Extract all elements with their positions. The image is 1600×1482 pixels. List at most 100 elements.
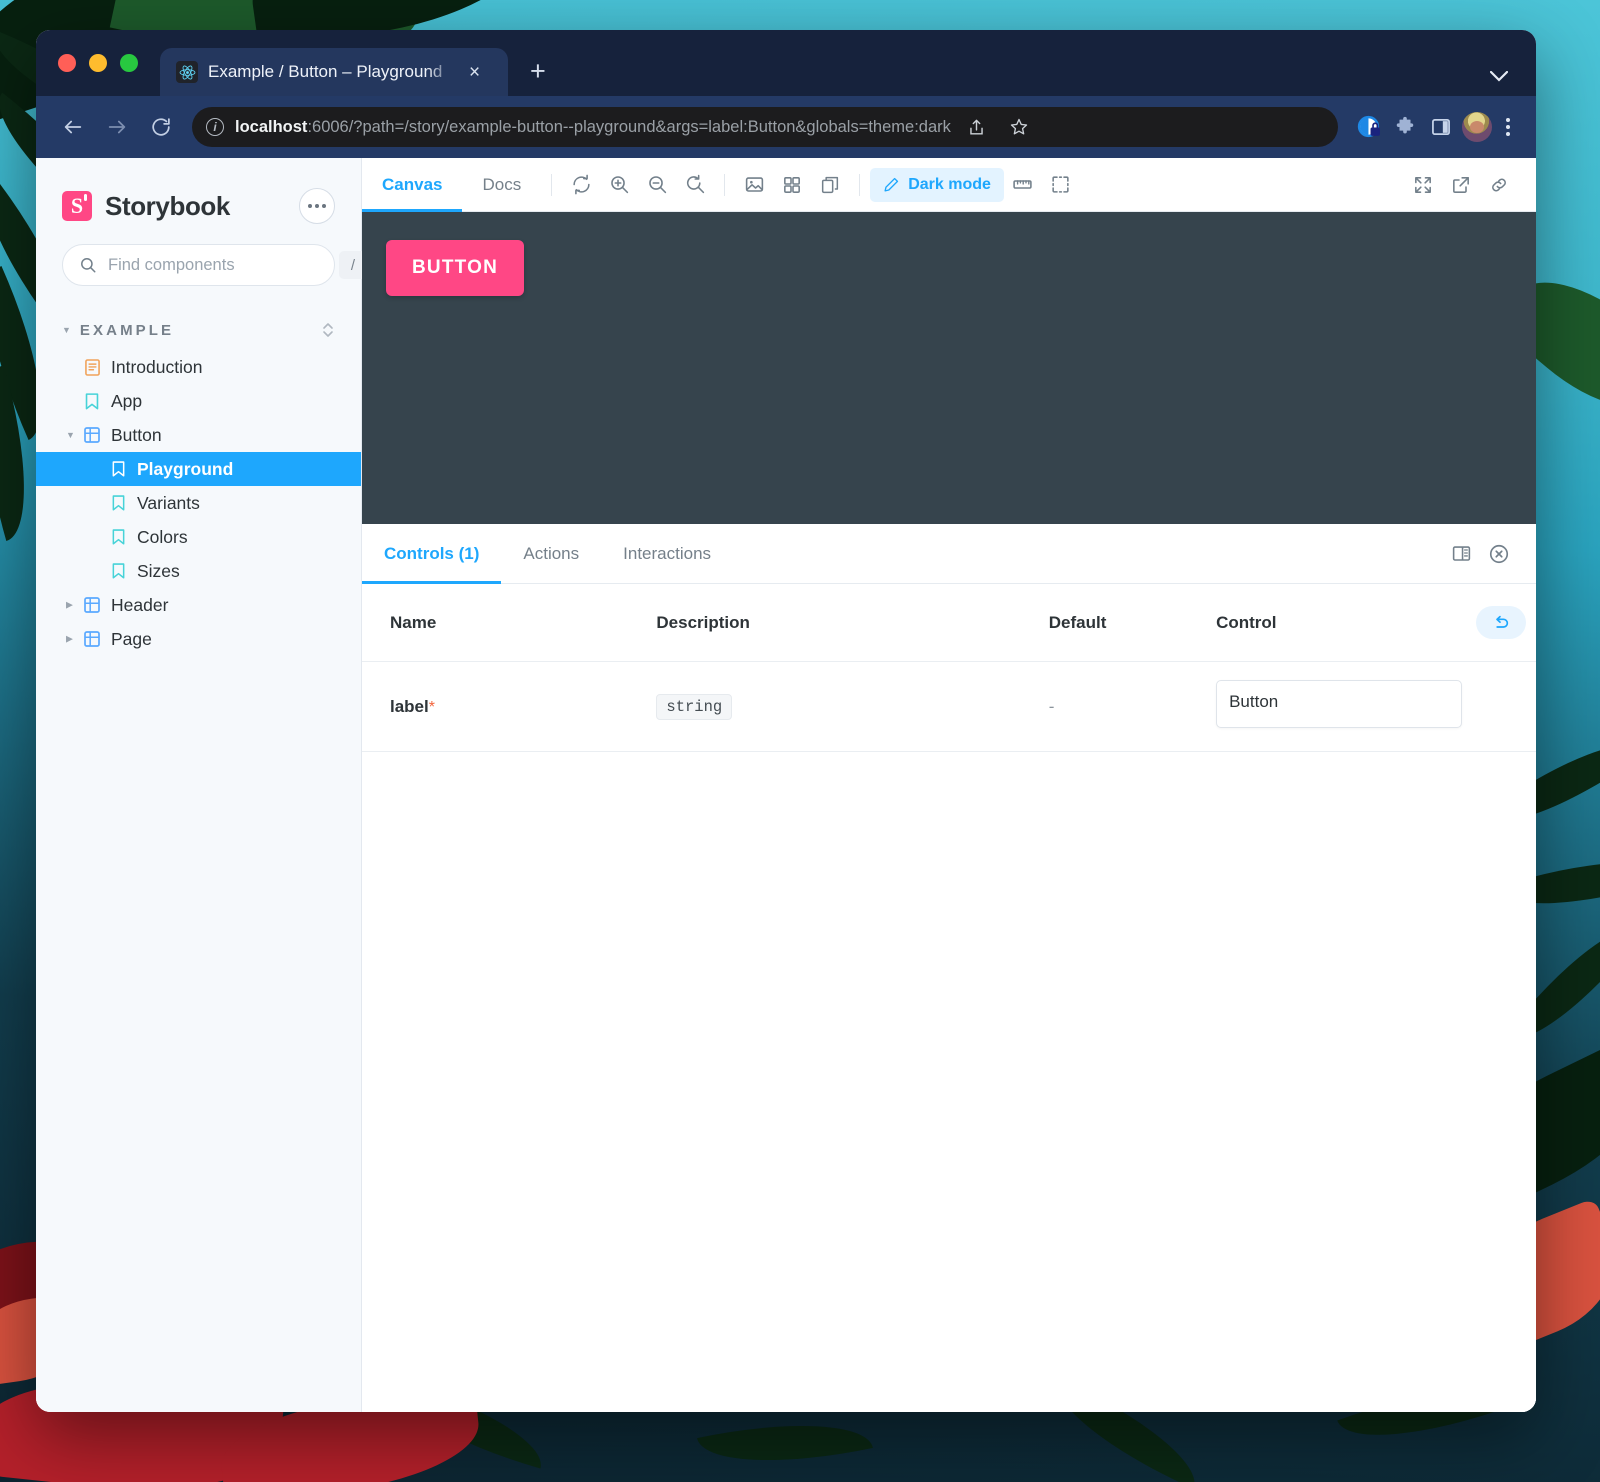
sidebar-group-header[interactable]: ▼ EXAMPLE	[36, 316, 361, 344]
star-icon[interactable]	[1004, 112, 1034, 142]
extensions-icon[interactable]	[1390, 112, 1420, 142]
controls-table-body: label* string -	[362, 662, 1536, 752]
search-icon	[79, 256, 97, 274]
column-header-description: Description	[656, 584, 1048, 662]
chevron-down-icon[interactable]	[1490, 71, 1508, 82]
url-bar[interactable]: i localhost:6006/?path=/story/example-bu…	[192, 107, 1338, 147]
sidebar-row: Playground	[36, 452, 361, 486]
sidebar-item-label: Header	[111, 595, 168, 616]
column-header-name: Name	[362, 584, 656, 662]
sidebar-item-label: Introduction	[111, 357, 202, 378]
zoom-reset-icon[interactable]	[676, 166, 714, 204]
tab-docs[interactable]: Docs	[462, 158, 541, 212]
close-window-button[interactable]	[58, 54, 76, 72]
tab-label: Canvas	[382, 175, 442, 195]
divider	[551, 174, 552, 196]
measure-icon[interactable]	[1004, 166, 1042, 204]
cell-arg-name: label*	[362, 662, 656, 752]
sidebar-header: S Storybook	[36, 178, 361, 224]
reset-controls-button[interactable]	[1476, 606, 1526, 639]
zoom-in-icon[interactable]	[600, 166, 638, 204]
sidebar-item-page[interactable]: Page	[36, 622, 361, 656]
arg-type-chip: string	[656, 694, 732, 720]
tab-label: Docs	[482, 175, 521, 195]
maximize-window-button[interactable]	[120, 54, 138, 72]
sidebar-item-label: Variants	[137, 493, 200, 514]
fullscreen-icon[interactable]	[1404, 166, 1442, 204]
table-row: label* string -	[362, 662, 1536, 752]
dark-mode-toggle[interactable]: Dark mode	[870, 168, 1004, 202]
sidebar-item-label: App	[111, 391, 142, 412]
search-box[interactable]: /	[62, 244, 335, 286]
outline-icon[interactable]	[811, 166, 849, 204]
browser-tab-strip: Example / Button – Playground × +	[36, 30, 1536, 96]
browser-tab[interactable]: Example / Button – Playground ×	[160, 48, 508, 96]
grid-icon[interactable]	[773, 166, 811, 204]
sidebar-row: Colors	[36, 520, 361, 554]
search-input[interactable]	[108, 256, 328, 275]
document-icon	[84, 359, 100, 376]
close-panel-icon[interactable]	[1480, 535, 1518, 573]
chevron-down-icon[interactable]: ▼	[66, 430, 75, 440]
tab-controls[interactable]: Controls (1)	[362, 524, 501, 584]
column-header-reset	[1472, 584, 1536, 662]
omnibox-actions	[962, 112, 1038, 142]
back-arrow-icon[interactable]	[54, 108, 92, 146]
side-panel-icon[interactable]	[1426, 112, 1456, 142]
react-icon	[176, 61, 198, 83]
sidebar-item-label: Colors	[137, 527, 188, 548]
column-header-default: Default	[1049, 584, 1216, 662]
focus-icon[interactable]	[1042, 166, 1080, 204]
sidebar-row: App	[36, 384, 361, 418]
backgrounds-icon[interactable]	[735, 166, 773, 204]
kebab-menu-icon[interactable]	[1498, 118, 1518, 136]
sidebar-row: Sizes	[36, 554, 361, 588]
component-icon	[84, 597, 100, 613]
tab-canvas[interactable]: Canvas	[362, 158, 462, 212]
arg-default-value: -	[1049, 697, 1055, 716]
share-icon[interactable]	[962, 112, 992, 142]
story-icon	[110, 563, 126, 579]
divider	[724, 174, 725, 196]
tab-label: Actions	[523, 544, 579, 564]
sidebar-item-introduction[interactable]: Introduction	[36, 350, 361, 384]
sidebar-item-header[interactable]: Header	[36, 588, 361, 622]
reload-icon[interactable]	[142, 108, 180, 146]
minimize-window-button[interactable]	[89, 54, 107, 72]
zoom-out-icon[interactable]	[638, 166, 676, 204]
privacy-badger-icon[interactable]	[1354, 112, 1384, 142]
sidebar-group-label: EXAMPLE	[80, 322, 174, 339]
sidebar-item-button[interactable]: Button	[36, 418, 361, 452]
browser-tab-title: Example / Button – Playground	[208, 62, 456, 82]
close-tab-button[interactable]: ×	[466, 63, 483, 82]
story-demo-button[interactable]: Button	[386, 240, 524, 296]
chevron-right-icon[interactable]: ▶	[66, 600, 73, 611]
panel-layout-icon[interactable]	[1442, 535, 1480, 573]
sidebar-item-playground[interactable]: Playground	[36, 452, 361, 486]
sidebar-item-label: Sizes	[137, 561, 180, 582]
copy-link-icon[interactable]	[1480, 166, 1518, 204]
sidebar-item-app[interactable]: App	[36, 384, 361, 418]
forward-arrow-icon[interactable]	[98, 108, 136, 146]
sidebar-menu-button[interactable]	[299, 188, 335, 224]
tab-actions[interactable]: Actions	[501, 524, 601, 584]
cell-arg-description: string	[656, 662, 1048, 752]
chevron-right-icon[interactable]: ▶	[66, 634, 73, 645]
open-new-tab-icon[interactable]	[1442, 166, 1480, 204]
sidebar-row: Variants	[36, 486, 361, 520]
site-info-icon[interactable]: i	[206, 118, 224, 136]
sidebar-item-variants[interactable]: Variants	[36, 486, 361, 520]
sort-chevrons-icon[interactable]	[321, 320, 335, 340]
remount-icon[interactable]	[562, 166, 600, 204]
label-control-textarea[interactable]	[1216, 680, 1462, 728]
story-icon	[110, 495, 126, 511]
new-tab-button[interactable]: +	[530, 58, 546, 85]
sidebar-item-colors[interactable]: Colors	[36, 520, 361, 554]
sidebar-item-sizes[interactable]: Sizes	[36, 554, 361, 588]
url-host: localhost	[235, 118, 307, 136]
addon-panel: Controls (1) Actions Interactions	[362, 524, 1536, 1412]
divider	[859, 174, 860, 196]
profile-avatar[interactable]	[1462, 112, 1492, 142]
cell-arg-default: -	[1049, 662, 1216, 752]
tab-interactions[interactable]: Interactions	[601, 524, 733, 584]
